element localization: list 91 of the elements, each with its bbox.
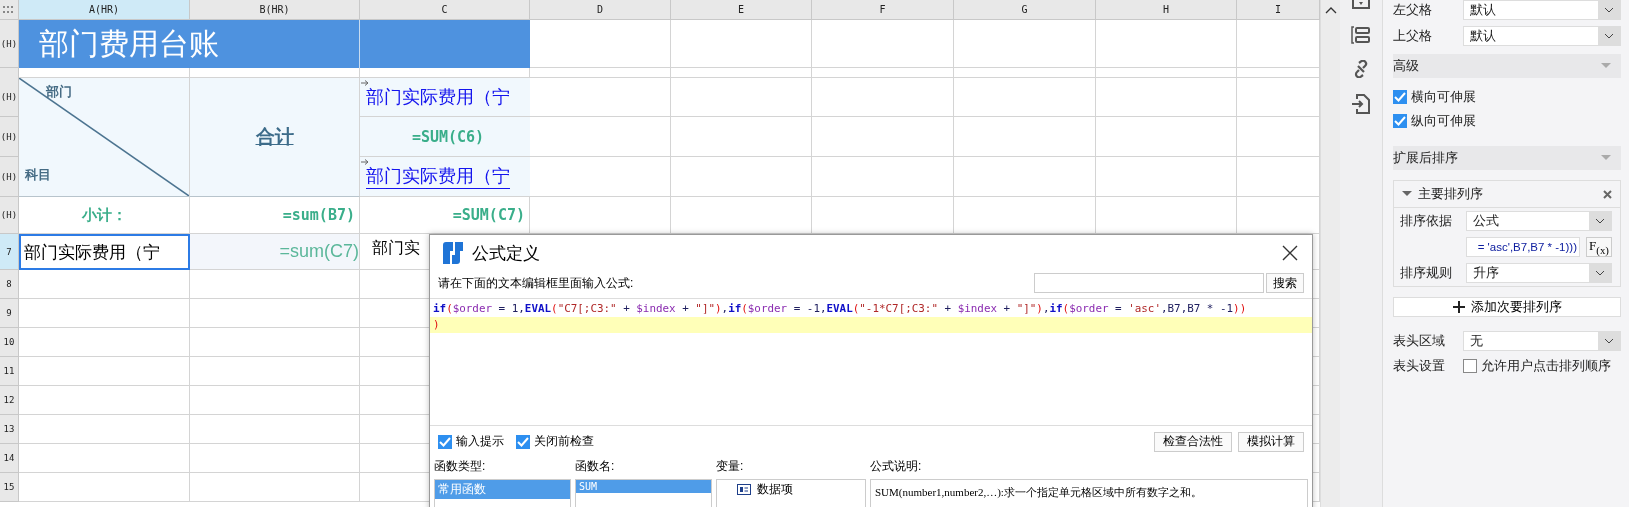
section-header[interactable]: 高级 (1393, 54, 1621, 78)
field-label: 表头设置 (1393, 357, 1446, 375)
action-button[interactable]: 模拟计算 (1238, 432, 1304, 452)
search-field[interactable] (1034, 273, 1264, 294)
field-label: 排序依据 (1400, 212, 1453, 230)
function-description: SUM(number1,number2,…):求一个指定单元格区域中所有数字之和。 (875, 486, 1202, 498)
checkbox[interactable]: 允许用户点击排列顺序 (1463, 357, 1611, 375)
cell-formula: =sum(C7) (279, 241, 359, 262)
dropdown[interactable]: 无 (1463, 331, 1621, 351)
row-header[interactable]: 14 (0, 444, 19, 473)
list-label: 函数名: (575, 458, 616, 475)
subtotal-label: 小计： (81, 205, 127, 225)
sheet-title: 部门费用台账 (39, 25, 219, 62)
close-icon[interactable] (1282, 245, 1298, 262)
row-header[interactable]: (H) (0, 197, 19, 234)
data-item-icon (737, 484, 751, 495)
checkbox-box[interactable] (516, 435, 530, 449)
selected-cell[interactable]: 部门实际费用（宁 (19, 234, 190, 270)
cell-formula: =SUM(C6) (411, 127, 485, 146)
total-header: 合计 (255, 125, 294, 149)
row-header[interactable]: (H) (0, 20, 19, 68)
row-header[interactable]: 10 (0, 328, 19, 357)
cell-link[interactable]: 部门实际费用（宁 (366, 164, 510, 189)
row-header[interactable]: 11 (0, 357, 19, 386)
checkbox-box[interactable] (1393, 90, 1407, 104)
checkbox[interactable]: 关闭前检查 (516, 433, 594, 451)
formula-field[interactable]: = 'asc',B7,B7 * -1))) (1466, 237, 1580, 257)
column-header[interactable]: H (1096, 0, 1237, 20)
plus-icon (1452, 301, 1465, 313)
list-label: 公式说明: (870, 458, 923, 475)
cell-link[interactable]: 部门实际费用（宁 (366, 84, 510, 110)
row-header[interactable]: 13 (0, 415, 19, 444)
column-header[interactable]: A(HR) (19, 0, 190, 20)
dropdown[interactable]: 升序 (1466, 263, 1612, 283)
dropdown[interactable]: 默认 (1463, 26, 1621, 46)
column-header[interactable]: E (671, 0, 812, 20)
collapse-triangle-icon[interactable] (1402, 191, 1412, 197)
scroll-up-icon[interactable] (1324, 6, 1337, 14)
checkbox-box[interactable] (1393, 114, 1407, 128)
action-button[interactable]: 检查合法性 (1154, 432, 1232, 452)
add-sort-button[interactable]: 添加次要排列序 (1393, 297, 1621, 317)
code-line: if($order = 1,EVAL("C7[;C3:" + $index + "]"),if($order = -1,EVAL("-1*C7[;C3:" + $index + "]"),if($order = 'asc',B7,B7 * -1)) (432, 301, 1248, 318)
list-label: 函数类型: (434, 458, 487, 475)
column-header[interactable]: D (530, 0, 671, 20)
checkbox-box[interactable] (438, 435, 452, 449)
checkbox[interactable]: 输入提示 (438, 433, 504, 451)
diagonal-header-label: 科目 (25, 166, 51, 184)
dropdown[interactable]: 公式 (1466, 211, 1612, 231)
checkbox-box[interactable] (1463, 359, 1477, 373)
sort-rule-title: 主要排列序 (1418, 185, 1484, 203)
dropdown-box-icon[interactable] (1351, 0, 1371, 10)
tree-item[interactable]: 数据项 (757, 481, 793, 498)
dropdown[interactable]: 默认 (1463, 0, 1621, 20)
field-label: 左父格 (1393, 1, 1433, 19)
checkbox[interactable]: 横向可伸展 (1393, 88, 1621, 106)
expand-arrow-icon (361, 80, 369, 86)
column-header[interactable]: F (812, 0, 954, 20)
app-logo-icon (442, 241, 464, 266)
cell-formula: =SUM(C7) (452, 206, 525, 224)
search-button[interactable]: 搜索 (1266, 273, 1304, 294)
expand-arrow-icon (361, 159, 369, 165)
field-label: 排序规则 (1400, 264, 1453, 282)
row-header[interactable]: (H) (0, 78, 19, 117)
column-header[interactable]: I (1237, 0, 1320, 20)
formula-editor[interactable]: if($order = 1,EVAL("C7[;C3:" + $index + "]"),if($order = -1,EVAL("-1*C7[;C3:" + $index + "]"),if($order = 'asc',B7,B7 * -1)) ) (430, 298, 1312, 426)
column-header[interactable]: C (360, 0, 530, 20)
section-header[interactable]: 扩展后排序 (1393, 146, 1621, 170)
scrollbar[interactable] (1320, 0, 1340, 507)
row-header[interactable]: 8 (0, 270, 19, 299)
cell-text: 部门实 (372, 238, 420, 258)
diagonal-header-label: 部门 (46, 83, 72, 101)
dialog-title: 公式定义 (472, 242, 541, 265)
instruction-text: 请在下面的文本编辑框里面输入公式: (438, 274, 635, 292)
formula-button[interactable]: F$_{(x)}$ (1586, 237, 1612, 257)
checkbox[interactable]: 纵向可伸展 (1393, 112, 1621, 130)
cell-formula: =sum(B7) (282, 206, 355, 224)
import-icon[interactable] (1352, 94, 1370, 114)
column-header[interactable]: G (954, 0, 1096, 20)
field-label: 表头区域 (1393, 332, 1446, 350)
link-icon[interactable] (1352, 60, 1370, 78)
list-label: 变量: (716, 458, 745, 475)
row-header[interactable]: (H) (0, 117, 19, 157)
row-header[interactable]: 9 (0, 299, 19, 328)
field-label: 上父格 (1393, 27, 1433, 45)
row-header[interactable]: 12 (0, 386, 19, 415)
row-header[interactable]: (H) (0, 157, 19, 197)
layout-icon[interactable] (1351, 26, 1371, 44)
row-header[interactable]: 7 (0, 234, 19, 270)
select-all-icon[interactable] (3, 5, 15, 14)
row-header[interactable]: 15 (0, 473, 19, 502)
column-header[interactable]: B(HR) (190, 0, 360, 20)
